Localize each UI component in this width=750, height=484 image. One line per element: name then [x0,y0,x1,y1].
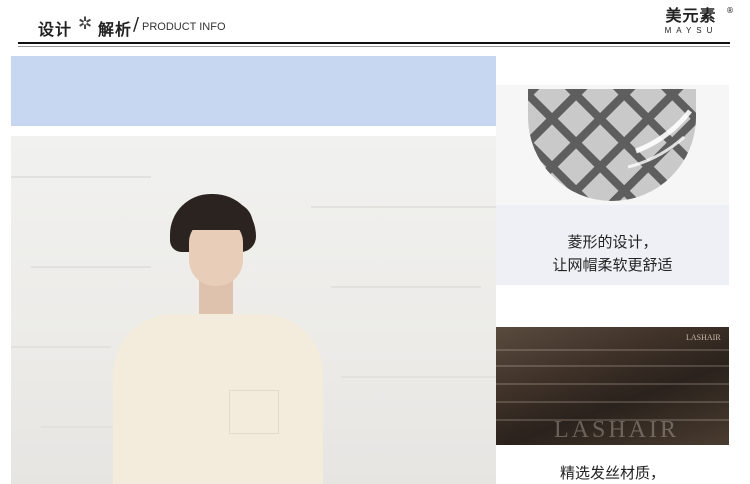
hair-brand-label: LASHAIR [686,333,721,342]
model-photo [11,136,496,484]
blue-banner [11,56,496,126]
header-divider [18,42,730,44]
brand-name-cn: 美元素 [665,6,717,25]
hair-fiber-image: LASHAIR LASHAIR [496,327,729,445]
feature-panel-mesh: 菱形的设计， 让网帽柔软更舒适 [496,85,729,285]
model-sweater [113,314,323,484]
page-header: 设计 ✲ 解析 / PRODUCT INFO 美元素 MAYSU ® [0,0,750,50]
section-title-analysis: 解析 [98,20,133,39]
caption-line: 让网帽柔软更舒适 [552,256,673,274]
title-separator: / [133,14,140,35]
feature-caption-mesh: 菱形的设计， 让网帽柔软更舒适 [496,231,729,277]
brand-logo: 美元素 MAYSU [658,6,724,40]
wig-fringe [181,202,253,230]
caption-line: 菱形的设计， [567,233,658,251]
feature-caption-hair: 精选发丝材质， [496,463,729,483]
sweater-pocket [229,390,279,434]
flower-icon: ✲ [78,14,93,34]
registered-mark: ® [726,6,734,15]
caption-line: 精选发丝材质， [559,464,665,482]
section-title-design: 设计 [38,20,73,39]
brand-name-en: MAYSU [664,26,718,35]
hair-watermark: LASHAIR [554,417,680,443]
header-divider-thin [18,46,730,47]
section-title-english: PRODUCT INFO [142,21,226,33]
feature-panel-hair: LASHAIR LASHAIR 精选发丝材质， [496,327,729,484]
